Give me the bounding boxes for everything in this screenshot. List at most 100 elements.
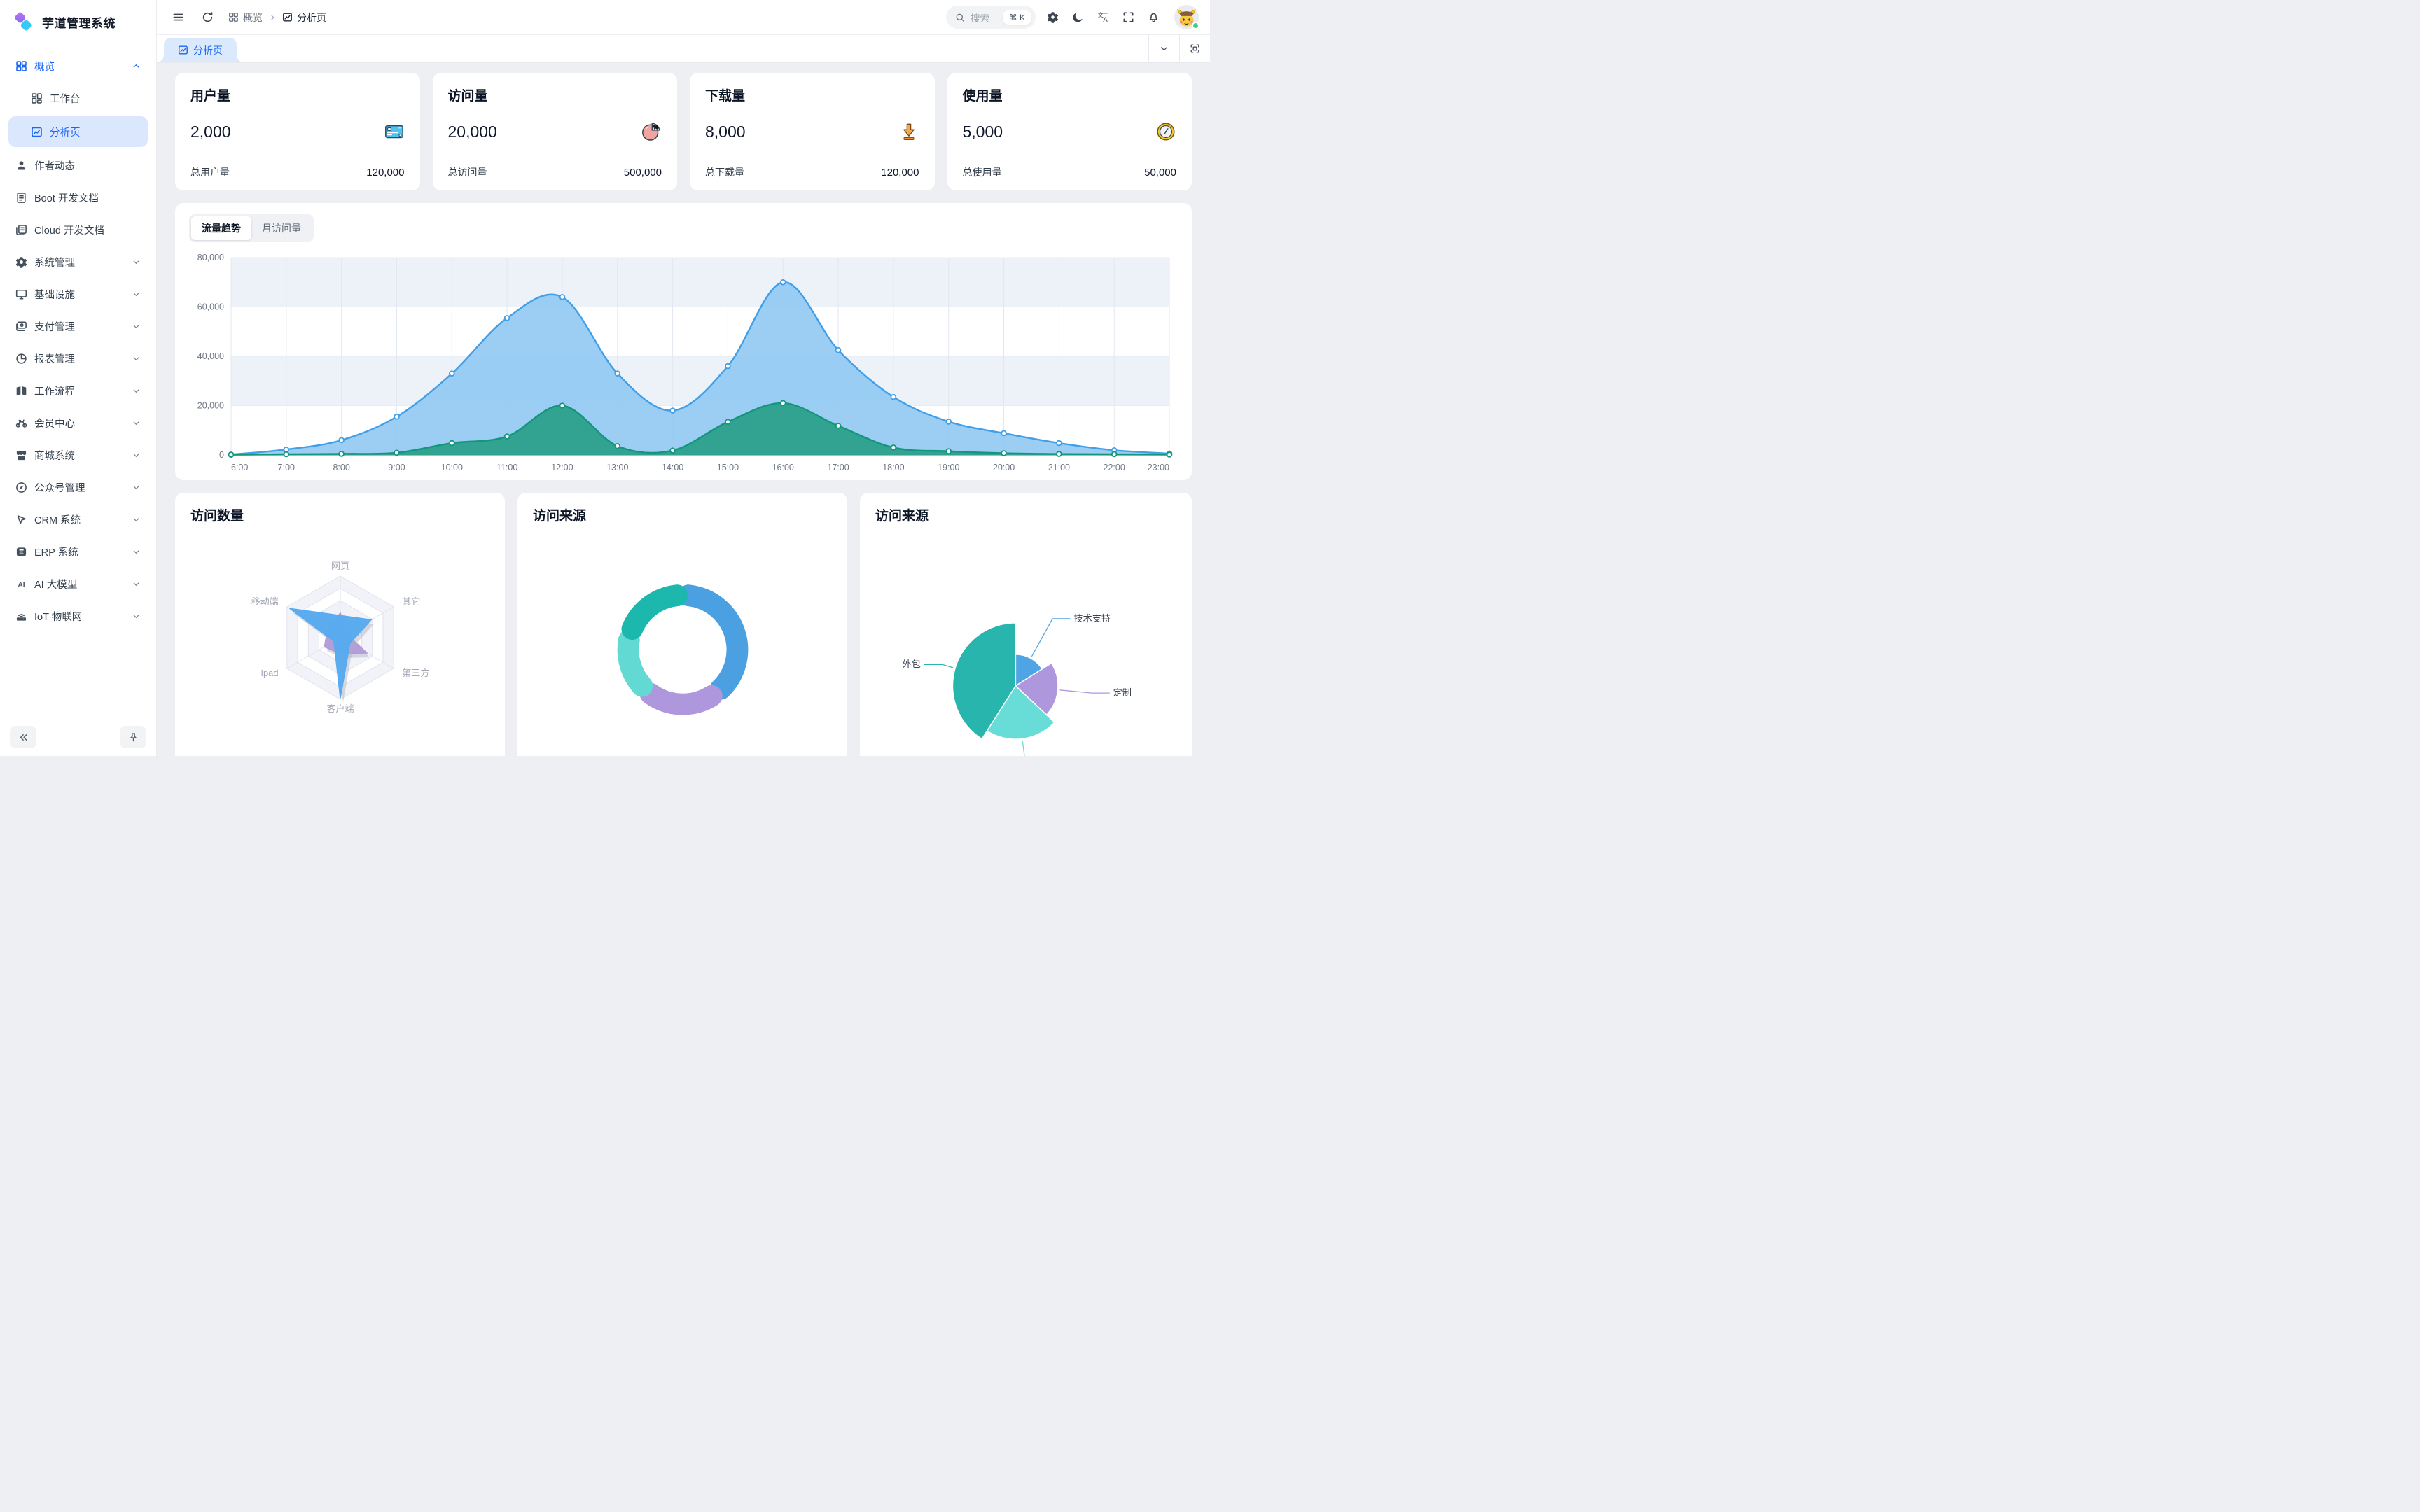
ai-icon: AI — [15, 578, 27, 590]
visit-source-pie-chart[interactable]: 技术支持定制远程外包 — [875, 576, 1176, 757]
sidebar-item-analysis[interactable]: 分析页 — [8, 116, 148, 147]
stat-value: 2,000 — [190, 122, 231, 141]
svg-text:6:00: 6:00 — [231, 463, 248, 472]
traffic-trend-area-chart[interactable]: 020,00040,00060,00080,0006:007:008:009:0… — [189, 248, 1178, 473]
svg-text:%: % — [653, 124, 658, 130]
trend-tab-1[interactable]: 月访问量 — [251, 216, 312, 240]
compass-icon — [15, 482, 27, 493]
top-bar: 概览 分析页 搜索 ⌘ K 文A — [157, 0, 1210, 35]
payment-icon — [15, 321, 27, 332]
analysis-chart-icon — [282, 12, 293, 22]
sidebar-item-label: 公众号管理 — [34, 480, 125, 495]
fullscreen-button[interactable] — [1118, 8, 1138, 27]
hamburger-button[interactable] — [168, 8, 188, 27]
svg-text:网页: 网页 — [331, 561, 349, 571]
sidebar-item-label: 支付管理 — [34, 319, 125, 334]
app-logo[interactable]: 芋道管理系统 — [0, 0, 156, 43]
stats-row: 用户量 2,000 总用户量 120,000 访问量20,000%总访问量500,000… — [175, 73, 1192, 190]
svg-text:21:00: 21:00 — [1048, 463, 1070, 472]
chevron-down-icon — [132, 290, 141, 299]
analysis-chart-icon — [178, 45, 188, 55]
sidebar-item-label: 商城系统 — [34, 448, 125, 463]
refresh-button[interactable] — [197, 8, 217, 27]
download-icon — [898, 121, 919, 142]
sidebar-item-report[interactable]: 报表管理 — [8, 344, 148, 372]
sidebar-item-label: 基础设施 — [34, 287, 125, 302]
stat-total-value: 120,000 — [366, 167, 404, 178]
svg-text:23:00: 23:00 — [1148, 463, 1169, 472]
sidebar-item-workbench[interactable]: 工作台 — [8, 84, 148, 112]
sidebar-item-workflow[interactable]: 工作流程 — [8, 377, 148, 405]
documents-icon — [15, 224, 27, 236]
sidebar: 芋道管理系统 概览工作台分析页作者动态 Boot 开发文档 Cloud 开发文档系统… — [0, 0, 157, 756]
stat-value: 20,000 — [448, 122, 497, 141]
stat-total-value: 500,000 — [624, 167, 662, 178]
settings-button[interactable] — [1043, 8, 1062, 27]
stat-total-label: 总使用量 — [963, 165, 1002, 179]
chevron-down-icon — [132, 612, 141, 621]
sidebar-item-iot[interactable]: IoT 物联网 — [8, 602, 148, 630]
sidebar-item-mp[interactable]: 公众号管理 — [8, 473, 148, 501]
sidebar-item-overview[interactable]: 概览 — [8, 52, 148, 80]
sidebar-item-crm[interactable]: CRM 系统 — [8, 505, 148, 533]
svg-text:12:00: 12:00 — [551, 463, 573, 472]
traffic-trend-card: 流量趋势月访问量 020,00040,00060,00080,0006:007:… — [175, 203, 1192, 480]
svg-text:20:00: 20:00 — [993, 463, 1015, 472]
sidebar-item-label: CRM 系统 — [34, 512, 125, 527]
visit-count-radar-chart[interactable]: 网页其它第三方客户端Ipad移动端 — [225, 531, 456, 741]
stat-total-label: 总下载量 — [705, 165, 744, 179]
tab-maximize-icon — [1190, 43, 1200, 54]
breadcrumb-item[interactable]: 概览 — [228, 10, 263, 24]
chevron-down-icon — [132, 386, 141, 396]
tab-maximize-button[interactable] — [1179, 35, 1210, 62]
locale-button[interactable]: 文A — [1093, 8, 1113, 27]
sidebar-item-cloud-doc[interactable]: Cloud 开发文档 — [8, 216, 148, 244]
svg-text:16:00: 16:00 — [772, 463, 794, 472]
svg-text:7:00: 7:00 — [278, 463, 295, 472]
erp-icon — [15, 546, 27, 558]
breadcrumb-item[interactable]: 分析页 — [282, 10, 326, 24]
stat-card-1: 访问量20,000%总访问量500,000 — [433, 73, 678, 190]
page-content: 用户量 2,000 总用户量 120,000 访问量20,000%总访问量500,000… — [157, 63, 1210, 756]
tab-analysis-page[interactable]: 分析页 — [164, 38, 237, 62]
sidebar-item-author-news[interactable]: 作者动态 — [8, 151, 148, 179]
dark-mode-button[interactable] — [1068, 8, 1087, 27]
sidebar-nav: 概览工作台分析页作者动态 Boot 开发文档 Cloud 开发文档系统管理基础设施支… — [0, 43, 156, 718]
stat-total-value: 120,000 — [881, 167, 919, 178]
user-avatar[interactable] — [1174, 5, 1199, 29]
sidebar-item-mall[interactable]: 商城系统 — [8, 441, 148, 469]
sidebar-item-label: ERP 系统 — [34, 545, 125, 559]
sidebar-item-label: AI 大模型 — [34, 577, 125, 592]
notification-button[interactable] — [1143, 8, 1163, 27]
svg-text:外包: 外包 — [903, 659, 921, 669]
svg-text:Ipad: Ipad — [260, 668, 278, 678]
svg-text:40,000: 40,000 — [197, 351, 224, 361]
sidebar-item-system[interactable]: 系统管理 — [8, 248, 148, 276]
sidebar-item-member[interactable]: 会员中心 — [8, 409, 148, 437]
stat-title: 使用量 — [963, 85, 1177, 104]
trend-tab-0[interactable]: 流量趋势 — [191, 216, 251, 240]
sidebar-item-erp[interactable]: ERP 系统 — [8, 538, 148, 566]
member-bike-icon — [15, 417, 27, 429]
search-input[interactable]: 搜索 ⌘ K — [946, 6, 1036, 29]
svg-text:10:00: 10:00 — [441, 463, 463, 472]
top-bar-right: 搜索 ⌘ K 文A — [946, 5, 1199, 29]
sidebar-pin-button[interactable] — [120, 726, 146, 748]
grid-icon — [228, 12, 239, 22]
search-icon — [955, 13, 965, 22]
sidebar-item-boot-doc[interactable]: Boot 开发文档 — [8, 183, 148, 211]
search-placeholder: 搜索 — [971, 10, 989, 24]
stat-title: 用户量 — [190, 85, 405, 104]
svg-text:20,000: 20,000 — [197, 401, 224, 411]
sidebar-collapse-button[interactable] — [10, 726, 36, 748]
visit-source-donut-chart[interactable] — [581, 556, 784, 746]
svg-text:17:00: 17:00 — [827, 463, 849, 472]
chevron-down-icon — [132, 451, 141, 460]
sidebar-item-ai[interactable]: AI AI 大模型 — [8, 570, 148, 598]
pin-icon — [128, 732, 139, 743]
svg-text:9:00: 9:00 — [388, 463, 405, 472]
sidebar-item-payment[interactable]: 支付管理 — [8, 312, 148, 340]
sidebar-item-infra[interactable]: 基础设施 — [8, 280, 148, 308]
chevron-down-button[interactable] — [1148, 35, 1179, 62]
stat-total-label: 总用户量 — [190, 165, 230, 179]
